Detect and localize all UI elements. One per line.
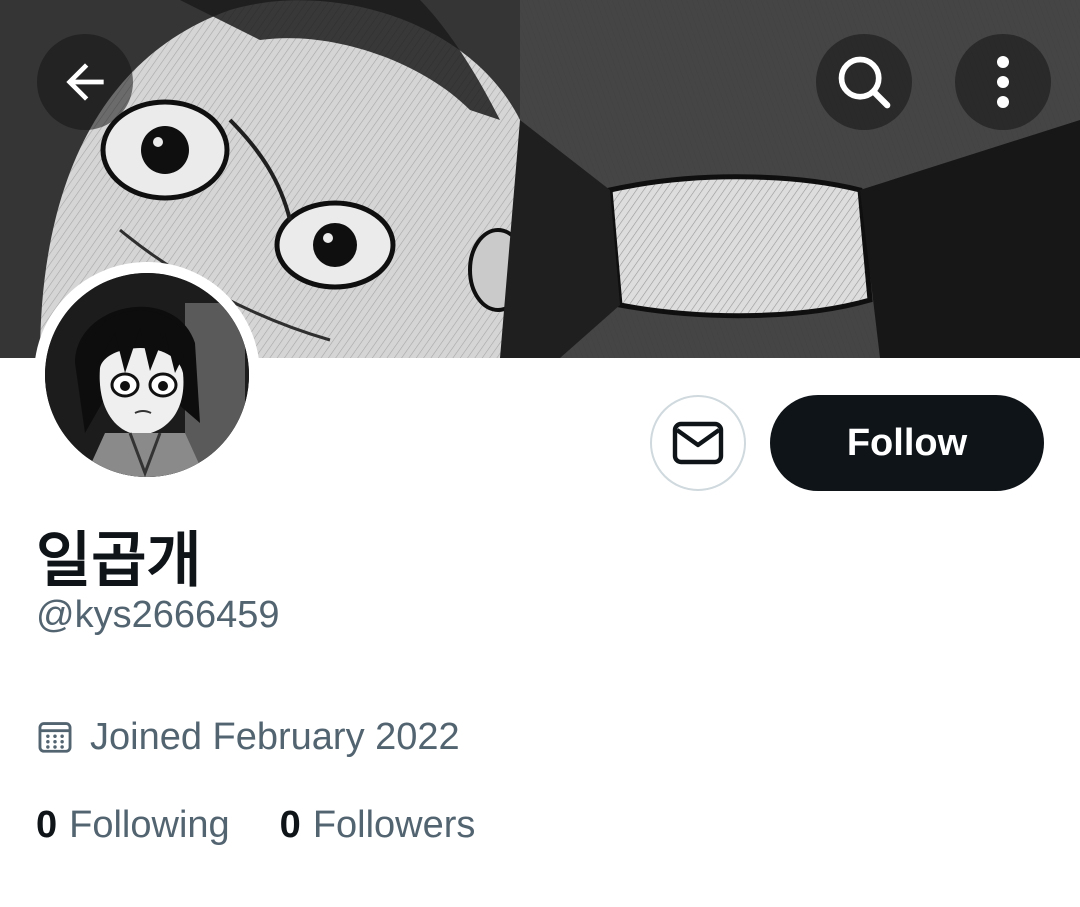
- follow-stats: 0 Following 0 Followers: [36, 800, 475, 850]
- following-link[interactable]: 0 Following: [36, 804, 230, 847]
- back-button[interactable]: [37, 34, 133, 130]
- following-count: 0: [36, 803, 58, 846]
- more-vertical-icon: [997, 56, 1009, 108]
- follow-button[interactable]: Follow: [770, 395, 1044, 491]
- followers-label: Followers: [312, 803, 476, 846]
- search-button[interactable]: [816, 34, 912, 130]
- arrow-left-icon: [66, 63, 104, 101]
- more-options-button[interactable]: [955, 34, 1051, 130]
- followers-link[interactable]: 0 Followers: [280, 804, 476, 847]
- calendar-icon: [38, 722, 72, 753]
- search-icon: [838, 56, 891, 109]
- following-label: Following: [69, 803, 230, 846]
- avatar-container[interactable]: [34, 262, 260, 488]
- user-handle: @kys2666459: [36, 594, 280, 636]
- envelope-icon: [672, 421, 724, 465]
- avatar: [45, 273, 249, 477]
- display-name: 일곱개: [36, 526, 202, 596]
- followers-count: 0: [279, 803, 301, 846]
- joined-date: Joined February 2022: [36, 712, 460, 762]
- joined-date-text: Joined February 2022: [90, 715, 460, 758]
- avatar-image: [45, 273, 249, 477]
- message-button[interactable]: [650, 395, 746, 491]
